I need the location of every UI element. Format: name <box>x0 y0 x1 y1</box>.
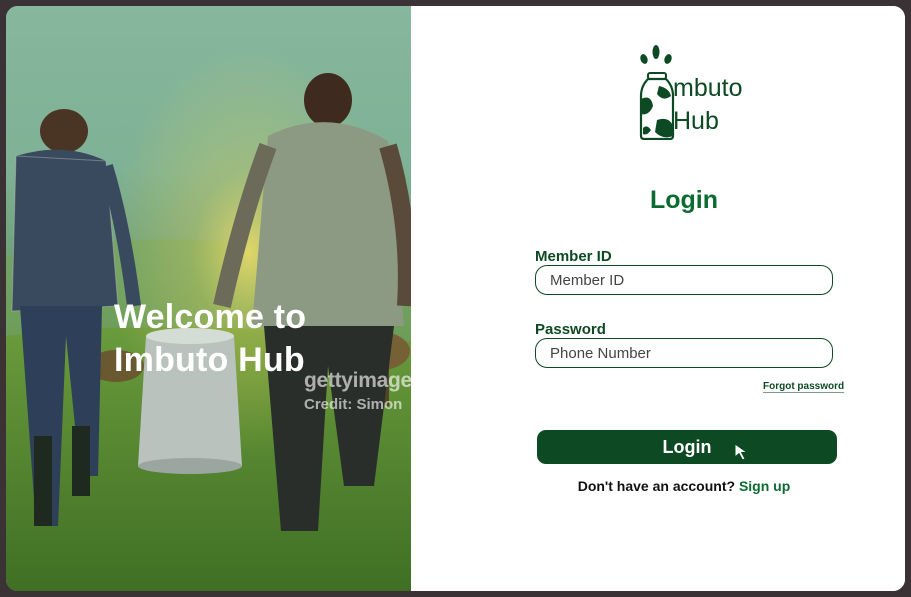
app-window: gettyimages Credit: Simon Welcome to Imb… <box>6 6 905 591</box>
watermark-brand: gettyimages <box>304 369 411 392</box>
signup-row: Don't have an account? Sign up <box>411 478 905 494</box>
milk-bottle-icon <box>639 45 675 141</box>
hero-panel: gettyimages Credit: Simon Welcome to Imb… <box>6 6 411 591</box>
login-heading: Login <box>649 186 719 214</box>
mouse-cursor-icon <box>734 443 749 461</box>
member-id-input[interactable] <box>535 265 833 295</box>
member-id-label: Member ID <box>535 248 612 265</box>
forgot-password-link[interactable]: Forgot password <box>763 381 844 392</box>
watermark-credit: Credit: Simon <box>304 396 403 413</box>
sign-up-link[interactable]: Sign up <box>739 478 790 494</box>
login-panel: mbuto Hub Login Member ID Password Forgo… <box>411 6 905 591</box>
no-account-text: Don't have an account? <box>577 478 736 494</box>
welcome-title: Welcome to Imbuto Hub <box>114 298 307 379</box>
password-input[interactable] <box>535 338 833 368</box>
logo-wordmark: mbuto Hub <box>673 74 743 135</box>
imbuto-logo: mbuto Hub <box>637 44 767 141</box>
password-label: Password <box>535 321 606 338</box>
login-button[interactable]: Login <box>537 430 837 464</box>
stock-watermark: gettyimages Credit: Simon <box>304 368 411 426</box>
